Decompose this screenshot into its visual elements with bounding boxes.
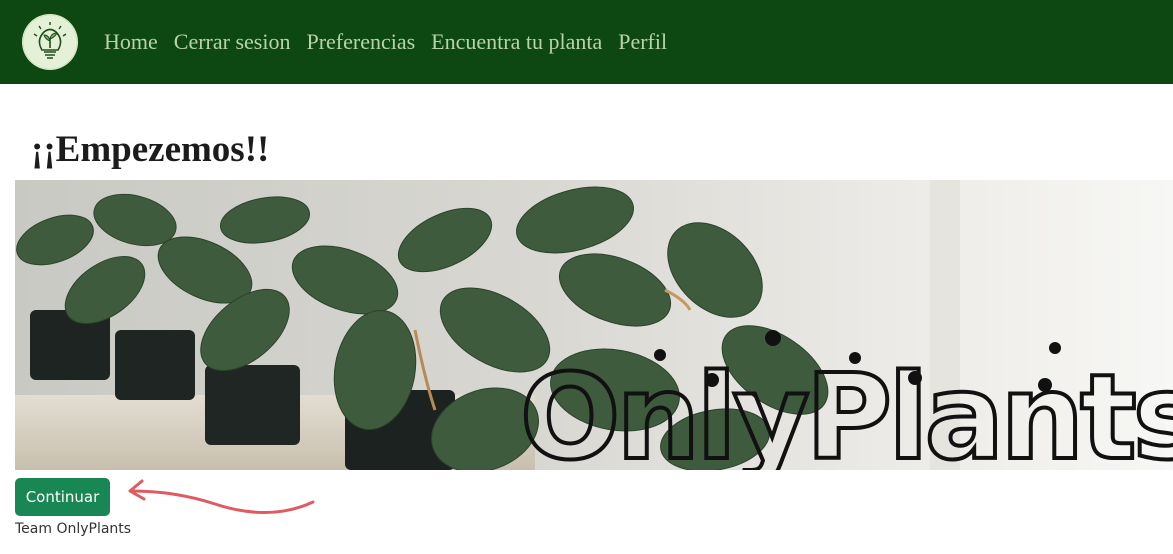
nav-link-perfil[interactable]: Perfil (618, 28, 667, 56)
hero-logo-text: OnlyPlants (520, 348, 1173, 470)
top-navbar: Home Cerrar sesion Preferencias Encuentr… (0, 0, 1173, 84)
nav-link-preferencias[interactable]: Preferencias (306, 28, 415, 56)
plant-lightbulb-icon[interactable] (22, 14, 78, 70)
page-title: ¡¡Empezemos!! (31, 129, 270, 170)
nav-link-encuentra-tu-planta[interactable]: Encuentra tu planta (431, 28, 602, 56)
nav-link-home[interactable]: Home (104, 28, 158, 56)
hero-banner-image: OnlyPlants (15, 180, 1173, 470)
continue-button[interactable]: Continuar (15, 478, 110, 516)
red-arrow-annotation (128, 479, 315, 515)
nav-link-cerrar-sesion[interactable]: Cerrar sesion (174, 28, 291, 56)
footer-team-text: Team OnlyPlants (15, 521, 132, 537)
